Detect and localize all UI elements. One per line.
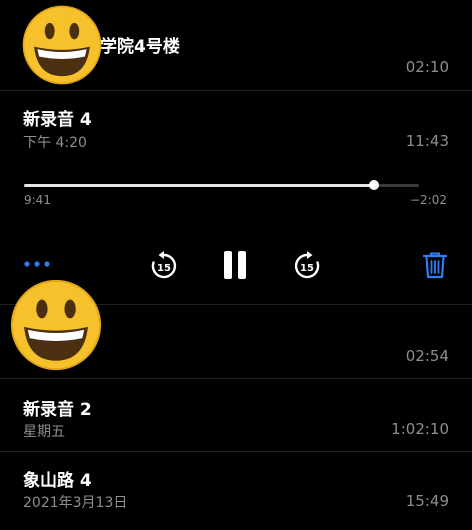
skip-back-15-icon: 15 xyxy=(151,251,177,279)
recording-duration: 1:02:10 xyxy=(391,420,449,438)
recording-date: 星期五 xyxy=(23,424,65,440)
playback-scrubber[interactable] xyxy=(24,180,419,190)
delete-button[interactable] xyxy=(418,248,452,282)
recording-duration: 02:10 xyxy=(405,58,449,76)
recording-title: 新录音 2 xyxy=(23,400,92,420)
skip-back-button[interactable]: 15 xyxy=(146,248,182,284)
recording-row[interactable]: 新录音 2 星期五 1:02:10 xyxy=(0,379,472,451)
skip-forward-button[interactable]: 15 xyxy=(289,248,325,284)
more-button[interactable] xyxy=(20,252,54,276)
recording-title: 新录音 4 xyxy=(23,110,92,130)
grinning-face-emoji xyxy=(22,5,102,85)
recording-duration: 11:43 xyxy=(405,132,449,150)
svg-text:15: 15 xyxy=(300,263,314,274)
playback-progress-fill xyxy=(24,184,374,187)
more-dots-icon xyxy=(24,261,50,267)
recording-duration: 15:49 xyxy=(405,492,449,510)
recording-title: 象山路 4 xyxy=(23,471,92,491)
recording-title: 学院4号楼 xyxy=(100,37,180,57)
grinning-face-emoji xyxy=(10,279,102,371)
remaining-time: −2:02 xyxy=(409,193,447,207)
svg-text:15: 15 xyxy=(157,263,171,274)
pause-button[interactable] xyxy=(216,246,254,284)
recording-row[interactable]: 象山路 4 2021年3月13日 15:49 xyxy=(0,452,472,530)
elapsed-time: 9:41 xyxy=(24,193,51,207)
recording-date: 下午 4:20 xyxy=(23,135,87,151)
recording-duration: 02:54 xyxy=(405,347,449,365)
recording-date: 2021年3月13日 xyxy=(23,495,128,511)
pause-icon xyxy=(224,251,246,279)
skip-forward-15-icon: 15 xyxy=(294,251,320,279)
trash-icon xyxy=(423,252,447,279)
scrubber-thumb[interactable] xyxy=(368,180,379,190)
